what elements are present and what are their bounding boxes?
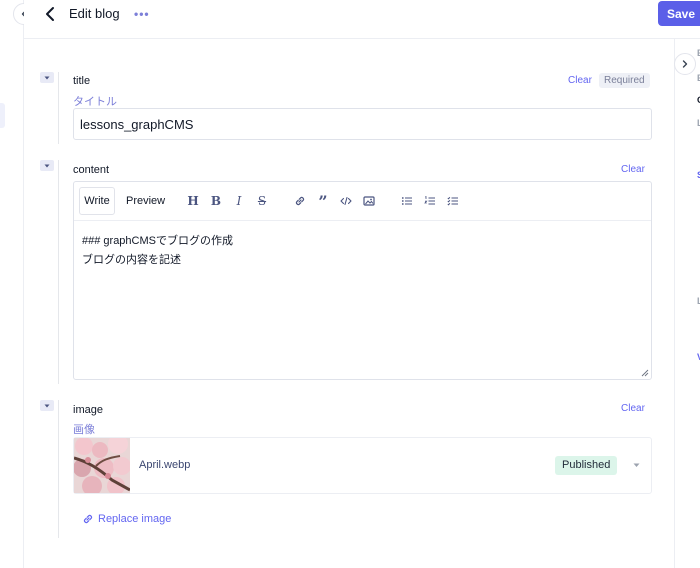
caret-down-icon [44, 164, 50, 167]
strikethrough-icon[interactable]: S [255, 194, 269, 208]
chevron-down-icon[interactable] [633, 463, 640, 468]
code-icon[interactable] [339, 194, 353, 208]
title-clear-link[interactable]: Clear [568, 75, 592, 86]
image-icon[interactable] [362, 194, 376, 208]
asset-thumbnail [74, 438, 130, 493]
italic-icon[interactable]: I [232, 194, 246, 208]
caret-down-icon [44, 76, 50, 79]
editor-line: ### graphCMSでブログの作成 [82, 235, 233, 247]
field-guide-line [58, 400, 59, 538]
bold-icon[interactable]: B [209, 194, 223, 208]
back-arrow-icon[interactable] [42, 5, 60, 23]
right-panel-divider [674, 39, 675, 568]
field-guide-line [58, 72, 59, 144]
image-field-sublabel: 画像 [73, 424, 95, 436]
editor-line: ブログの内容を記述 [82, 254, 181, 266]
content-clear-link[interactable]: Clear [621, 164, 645, 175]
checklist-icon[interactable] [446, 194, 460, 208]
save-button[interactable]: Save [658, 1, 700, 26]
top-bar: Edit blog ••• Save [24, 0, 700, 39]
image-clear-link[interactable]: Clear [621, 403, 645, 414]
link-icon[interactable] [293, 194, 307, 208]
title-field-label: title [73, 75, 91, 87]
caret-down-icon [44, 404, 50, 407]
title-input[interactable]: lessons_graphCMS [73, 108, 652, 140]
replace-image-button[interactable]: Replace image [82, 513, 171, 525]
chevron-right-icon [682, 60, 688, 68]
required-badge: Required [599, 73, 650, 88]
collapse-title-field-button[interactable] [40, 72, 54, 83]
collapse-content-field-button[interactable] [40, 160, 54, 171]
left-rail [0, 0, 24, 568]
quote-icon[interactable]: ” [316, 192, 330, 211]
status-badge: Published [555, 456, 618, 475]
tab-write[interactable]: Write [79, 187, 115, 215]
link-icon [83, 514, 93, 524]
asset-card[interactable]: April.webp Published [73, 437, 652, 494]
bulleted-list-icon[interactable] [400, 194, 414, 208]
numbered-list-icon[interactable] [423, 194, 437, 208]
replace-image-label: Replace image [98, 513, 172, 525]
collapse-right-panel-button[interactable] [674, 53, 696, 75]
markdown-editor: Write Preview H B I S ” ### graphCMSでブログ… [73, 181, 652, 380]
title-field-sublabel: タイトル [73, 96, 117, 108]
editor-toolbar: Write Preview H B I S ” [74, 182, 651, 221]
field-guide-line [58, 160, 59, 384]
heading-icon[interactable]: H [186, 194, 200, 208]
collapse-image-field-button[interactable] [40, 400, 54, 411]
rail-active-marker [0, 103, 5, 128]
resize-handle-icon[interactable] [641, 369, 649, 377]
page-title: Edit blog [69, 6, 120, 21]
editor-page: Edit blog ••• Save E E C L S L V title C… [0, 0, 700, 568]
tab-preview[interactable]: Preview [126, 195, 165, 207]
editor-textarea[interactable]: ### graphCMSでブログの作成 ブログの内容を記述 [82, 232, 233, 270]
asset-filename[interactable]: April.webp [139, 459, 190, 471]
cherry-blossom-thumbnail [74, 438, 130, 493]
content-field-label: content [73, 164, 110, 176]
more-options-icon[interactable]: ••• [134, 7, 150, 21]
image-field-label: image [73, 404, 103, 416]
